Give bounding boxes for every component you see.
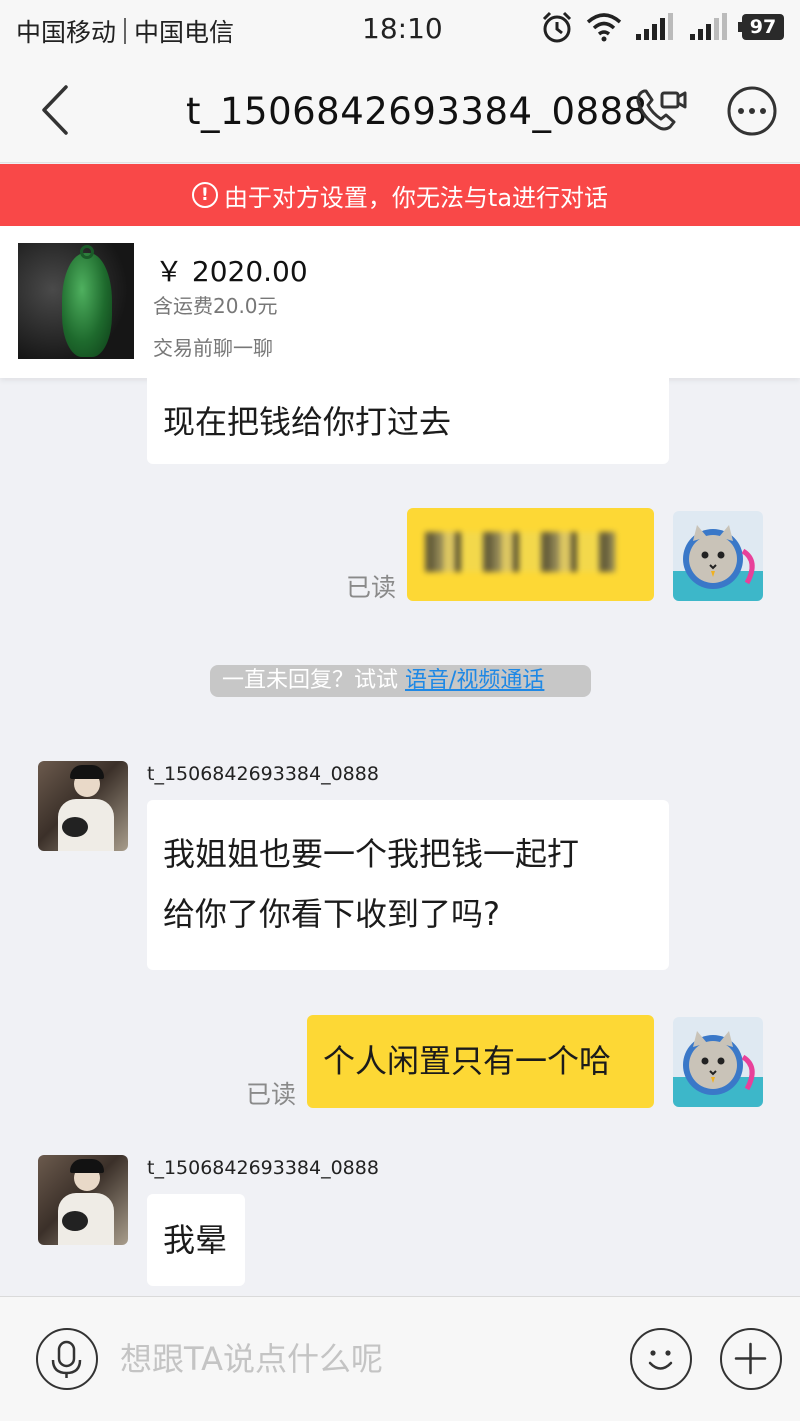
emoji-button[interactable] xyxy=(630,1328,692,1390)
message-text: 现在把钱给你打过去 xyxy=(163,403,452,441)
chat-header: t_1506842693384_0888 xyxy=(0,57,800,163)
avatar-cap xyxy=(70,1159,104,1173)
blurred-content xyxy=(425,532,615,572)
avatar-cap xyxy=(70,765,104,779)
message-text: 个人闲置只有一个哈 xyxy=(323,1042,612,1080)
read-receipt: 已读 xyxy=(246,1080,297,1109)
contact-avatar[interactable] xyxy=(38,1155,128,1245)
carrier-1-label: 中国移动 xyxy=(16,18,117,47)
avatar-pet xyxy=(62,1211,88,1231)
microphone-icon xyxy=(51,1340,82,1378)
carrier-2-label: 中国电信 xyxy=(134,18,235,47)
page-title: t_1506842693384_0888 xyxy=(186,90,648,133)
alarm-icon xyxy=(542,11,572,43)
video-call-icon[interactable] xyxy=(634,85,688,135)
smiley-icon xyxy=(648,1350,673,1370)
product-image[interactable] xyxy=(18,243,134,359)
my-avatar[interactable] xyxy=(673,1017,763,1107)
sender-name: t_1506842693384_0888 xyxy=(147,1157,379,1179)
cat-avatar-icon xyxy=(673,525,763,601)
signal-icon xyxy=(690,13,727,40)
wifi-icon xyxy=(586,13,622,42)
status-bar: 中国移动 中国电信 18:10 97 xyxy=(0,0,800,57)
message-text-line: 给你了你看下收到了吗? xyxy=(163,895,500,933)
sender-name: t_1506842693384_0888 xyxy=(147,763,379,785)
plus-icon xyxy=(734,1342,767,1375)
jade-pendant-shape xyxy=(62,253,112,357)
more-icon[interactable] xyxy=(727,86,777,136)
clock: 18:10 xyxy=(362,12,443,45)
voice-video-call-link[interactable]: 语音/视频通话 xyxy=(405,668,544,693)
jade-pendant-loop xyxy=(80,245,94,259)
warning-icon: ! xyxy=(191,182,218,208)
call-suggestion-hint: 一直未回复？试试 语音/视频通话 xyxy=(210,665,591,697)
message-bubble-incoming[interactable]: 现在把钱给你打过去 xyxy=(147,378,669,464)
product-note: 交易前聊一聊 xyxy=(153,336,273,360)
cat-avatar-icon xyxy=(673,1031,763,1107)
read-receipt: 已读 xyxy=(346,573,397,602)
message-text: 我晕 xyxy=(163,1221,228,1259)
message-list[interactable]: 现在把钱给你打过去 已读 一直未回复？试试 语音/视频通话 t_15068426… xyxy=(0,378,800,1296)
hint-text: 一直未回复？试试 xyxy=(222,668,405,693)
carrier-divider xyxy=(124,18,127,44)
signal-icon xyxy=(636,13,673,40)
status-icons: 97 xyxy=(540,10,784,44)
voice-input-button[interactable] xyxy=(36,1328,98,1390)
back-icon[interactable] xyxy=(30,79,80,141)
warning-text: 由于对方设置，你无法与ta进行对话 xyxy=(223,183,609,212)
more-actions-button[interactable] xyxy=(720,1328,782,1390)
message-bubble-outgoing[interactable] xyxy=(407,508,654,601)
product-card[interactable]: ￥ 2020.00 含运费20.0元 交易前聊一聊 xyxy=(0,226,800,378)
message-input[interactable] xyxy=(120,1329,610,1389)
product-price: ￥ 2020.00 xyxy=(155,255,308,288)
message-bubble-outgoing[interactable]: 个人闲置只有一个哈 xyxy=(307,1015,654,1108)
my-avatar[interactable] xyxy=(673,511,763,601)
carrier-info: 中国移动 中国电信 xyxy=(16,13,234,49)
message-bubble-incoming[interactable]: 我姐姐也要一个我把钱一起打 给你了你看下收到了吗? xyxy=(147,800,669,970)
block-warning-banner: ! 由于对方设置，你无法与ta进行对话 xyxy=(0,164,800,226)
message-text-line: 我姐姐也要一个我把钱一起打 xyxy=(163,835,580,873)
product-shipping: 含运费20.0元 xyxy=(153,294,278,318)
battery-icon: 97 xyxy=(738,14,784,40)
avatar-pet xyxy=(62,817,88,837)
input-bar xyxy=(0,1296,800,1421)
message-bubble-incoming[interactable]: 我晕 xyxy=(147,1194,245,1286)
contact-avatar[interactable] xyxy=(38,761,128,851)
